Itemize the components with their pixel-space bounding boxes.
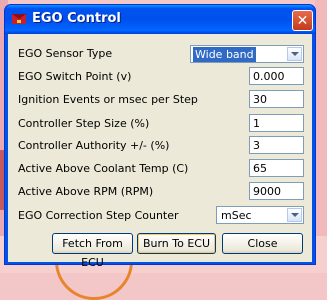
- chevron-down-icon[interactable]: [287, 208, 302, 222]
- controller-authority-input[interactable]: 3: [249, 136, 304, 154]
- coolant-temp-input[interactable]: 65: [249, 159, 304, 177]
- step-counter-select[interactable]: mSec: [216, 206, 304, 224]
- ego-switch-point-input[interactable]: 0.000: [249, 67, 304, 85]
- close-icon: ✕: [296, 12, 309, 29]
- ego-control-dialog: EGO Control ✕: [4, 4, 316, 265]
- close-button[interactable]: Close: [222, 233, 303, 254]
- close-window-button[interactable]: ✕: [292, 10, 313, 31]
- step-counter-value: mSec: [221, 209, 252, 222]
- controller-step-size-label: Controller Step Size (%): [18, 117, 150, 130]
- step-counter-label: EGO Correction Step Counter: [18, 209, 179, 222]
- ego-sensor-type-select[interactable]: Wide band: [190, 45, 304, 63]
- app-icon: [12, 14, 26, 24]
- burn-to-ecu-button[interactable]: Burn To ECU: [137, 233, 216, 254]
- controller-step-size-input[interactable]: 1: [249, 114, 304, 132]
- background-right-strip: [315, 0, 327, 273]
- ego-switch-point-label: EGO Switch Point (v): [18, 70, 132, 83]
- window-title: EGO Control: [32, 11, 121, 26]
- active-rpm-input[interactable]: 9000: [249, 182, 304, 200]
- coolant-temp-label: Active Above Coolant Temp (C): [18, 162, 189, 175]
- chevron-down-icon[interactable]: [287, 47, 302, 61]
- active-rpm-label: Active Above RPM (RPM): [18, 185, 154, 198]
- controller-authority-label: Controller Authority +/- (%): [18, 139, 170, 152]
- ignition-events-label: Ignition Events or msec per Step: [18, 93, 198, 106]
- fetch-from-ecu-button[interactable]: Fetch From ECU: [52, 233, 133, 269]
- ego-sensor-type-value: Wide band: [193, 47, 256, 62]
- ignition-events-input[interactable]: 30: [249, 90, 304, 108]
- title-bar[interactable]: EGO Control ✕: [5, 5, 315, 34]
- ego-sensor-type-label: EGO Sensor Type: [18, 47, 113, 60]
